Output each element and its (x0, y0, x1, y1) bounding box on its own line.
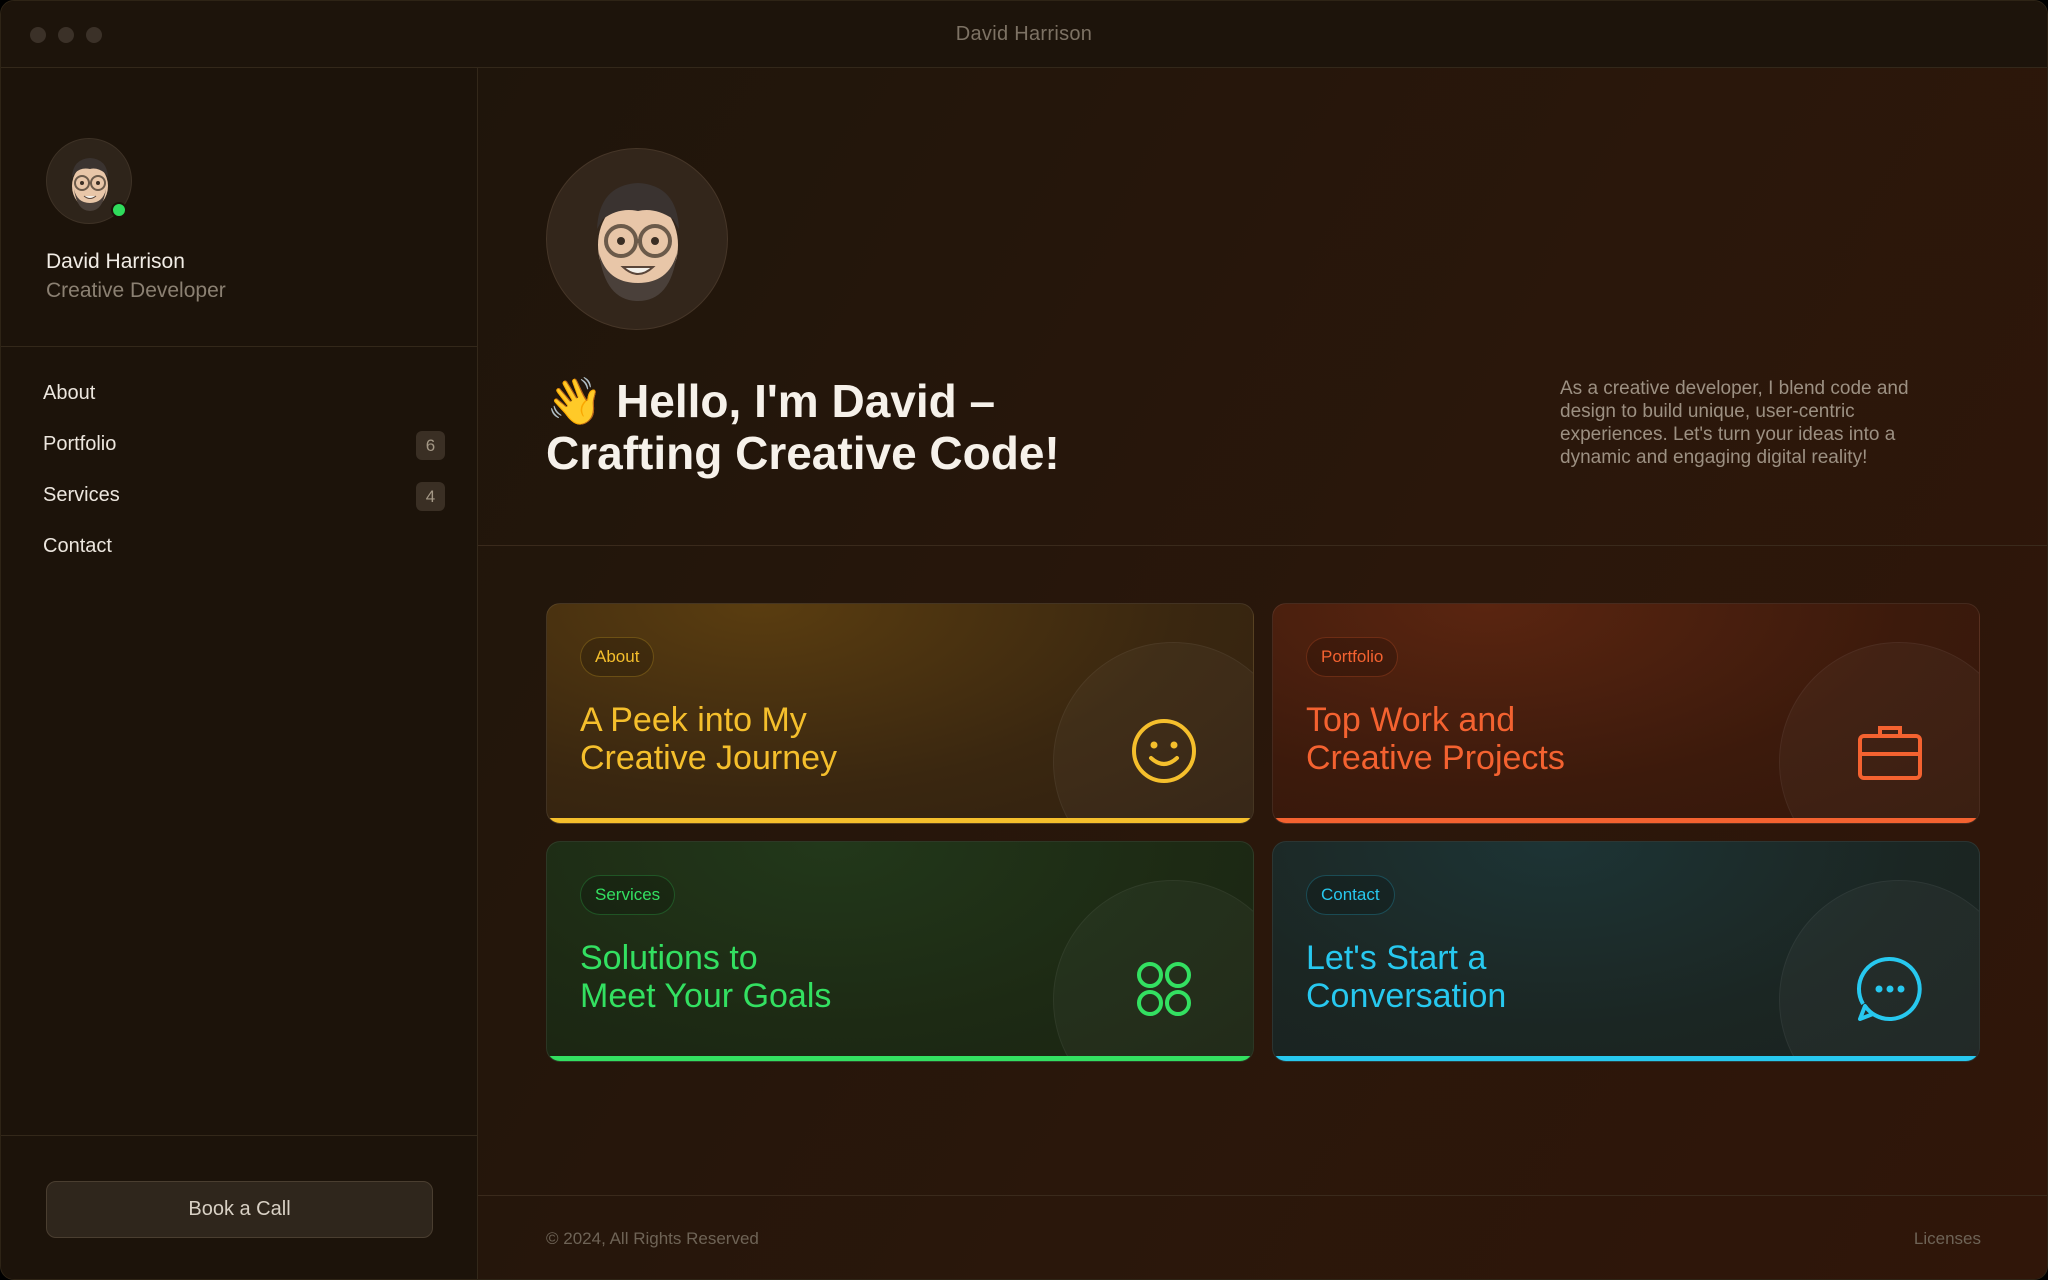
card-title-line2: Creative Journey (580, 739, 838, 777)
card-title: Solutions to Meet Your Goals (580, 939, 1000, 1015)
card-title-line2: Conversation (1306, 977, 1507, 1015)
card-tag: Portfolio (1306, 637, 1399, 677)
card-accent-bar (547, 818, 1253, 823)
four-circles-icon (1137, 962, 1191, 1016)
profile-role: Creative Developer (46, 279, 226, 302)
book-a-call-button[interactable]: Book a Call (46, 1181, 433, 1238)
card-title: Top Work and Creative Projects (1306, 701, 1726, 777)
profile-section: David Harrison Creative Developer (1, 68, 477, 347)
contact-card[interactable]: Contact Let's Start a Conversation (1272, 841, 1980, 1062)
briefcase-icon (1858, 726, 1922, 780)
sidebar-item-label: Services (43, 484, 120, 506)
sidebar-item-portfolio[interactable]: Portfolio 6 (31, 419, 447, 470)
title-bar: David Harrison (1, 1, 2047, 68)
copyright-text: © 2024, All Rights Reserved (546, 1229, 759, 1248)
smiley-icon (1132, 719, 1196, 783)
licenses-link[interactable]: Licenses (1914, 1229, 1981, 1249)
hero-description: As a creative developer, I blend code an… (1560, 378, 1909, 468)
card-tag: About (580, 637, 655, 677)
card-title-line1: Let's Start a (1306, 939, 1487, 977)
card-title: Let's Start a Conversation (1306, 939, 1726, 1015)
online-status-indicator (111, 202, 127, 218)
hero-heading-line1: Hello, I'm David – (616, 375, 996, 427)
memoji-avatar-icon (597, 183, 679, 301)
hero-section: 👋 Hello, I'm David – Crafting Creative C… (478, 68, 2047, 546)
sidebar-item-label: Portfolio (43, 433, 117, 455)
sidebar-item-label: About (43, 382, 96, 404)
card-title: A Peek into My Creative Journey (580, 701, 1000, 777)
card-accent-bar (1273, 818, 1979, 823)
main-content: 👋 Hello, I'm David – Crafting Creative C… (478, 68, 2047, 1279)
services-card[interactable]: Services Solutions to Meet Your Goals (546, 841, 1254, 1062)
page-footer: © 2024, All Rights Reserved Licenses (478, 1195, 2047, 1279)
card-title-line1: Solutions to (580, 939, 758, 977)
window-title: David Harrison (955, 23, 1093, 45)
count-badge: 4 (416, 482, 445, 511)
sidebar: David Harrison Creative Developer About … (1, 68, 478, 1279)
card-accent-bar (547, 1056, 1253, 1061)
sidebar-item-label: Contact (43, 535, 112, 557)
card-title-line2: Creative Projects (1306, 739, 1565, 777)
hero-avatar (546, 148, 728, 330)
about-card[interactable]: About A Peek into My Creative Journey (546, 603, 1254, 824)
hero-heading-line2: Crafting Creative Code! (546, 427, 1060, 479)
sidebar-item-contact[interactable]: Contact (31, 521, 447, 572)
card-tag: Contact (1306, 875, 1395, 915)
card-title-line1: A Peek into My (580, 701, 807, 739)
hero-heading: 👋 Hello, I'm David – Crafting Creative C… (546, 375, 1246, 479)
sidebar-item-about[interactable]: About (31, 368, 447, 419)
sidebar-item-services[interactable]: Services 4 (31, 470, 447, 521)
profile-name: David Harrison (46, 250, 185, 273)
waving-hand-emoji: 👋 (546, 375, 604, 427)
chat-bubble-icon (1857, 956, 1922, 1022)
card-accent-bar (1273, 1056, 1979, 1061)
card-title-line1: Top Work and (1306, 701, 1516, 739)
portfolio-card[interactable]: Portfolio Top Work and Creative Projects (1272, 603, 1980, 824)
card-title-line2: Meet Your Goals (580, 977, 832, 1015)
card-tag: Services (580, 875, 676, 915)
count-badge: 6 (416, 431, 445, 460)
card-grid: About A Peek into My Creative Journey Po… (546, 603, 1980, 1063)
sidebar-footer: Book a Call (1, 1135, 477, 1279)
sidebar-nav: About Portfolio 6 Services 4 Contact (1, 368, 477, 572)
app-window: David Harrison David Harrison Creative D… (0, 0, 2048, 1280)
